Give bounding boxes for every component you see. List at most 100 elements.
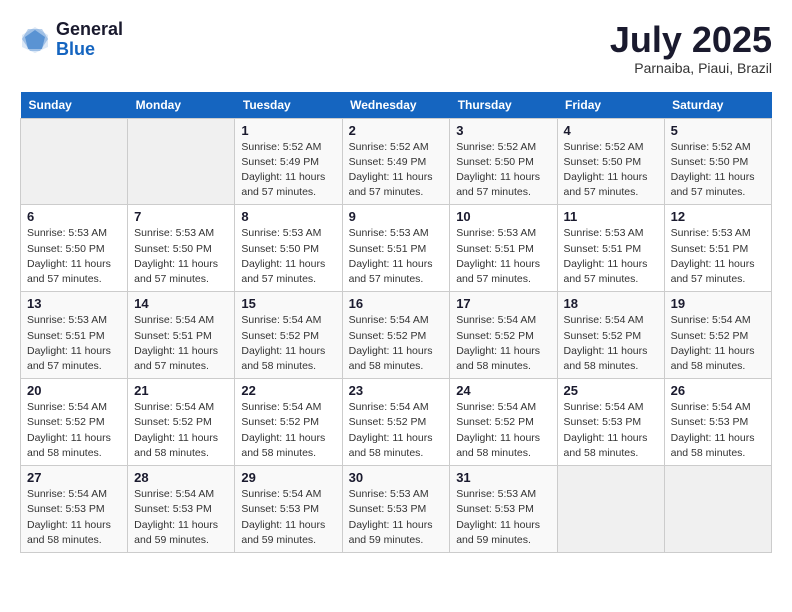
day-info: Sunrise: 5:53 AM Sunset: 5:51 PM Dayligh… — [349, 226, 444, 287]
day-info: Sunrise: 5:53 AM Sunset: 5:51 PM Dayligh… — [671, 226, 765, 287]
day-info: Sunrise: 5:54 AM Sunset: 5:53 PM Dayligh… — [27, 487, 121, 548]
day-info: Sunrise: 5:53 AM Sunset: 5:51 PM Dayligh… — [27, 313, 121, 374]
calendar-cell: 9 Sunrise: 5:53 AM Sunset: 5:51 PM Daylig… — [342, 205, 450, 292]
calendar-cell: 27 Sunrise: 5:54 AM Sunset: 5:53 PM Dayli… — [21, 466, 128, 553]
week-row-5: 27 Sunrise: 5:54 AM Sunset: 5:53 PM Dayli… — [21, 466, 772, 553]
day-number: 2 — [349, 123, 444, 138]
day-number: 24 — [456, 383, 550, 398]
week-row-3: 13Sunrise: 5:53 AM Sunset: 5:51 PM Dayli… — [21, 292, 772, 379]
calendar-cell: 4Sunrise: 5:52 AM Sunset: 5:50 PM Daylig… — [557, 118, 664, 205]
day-info: Sunrise: 5:52 AM Sunset: 5:50 PM Dayligh… — [564, 140, 658, 201]
day-info: Sunrise: 5:54 AM Sunset: 5:52 PM Dayligh… — [241, 400, 335, 461]
logo-blue-text: Blue — [56, 40, 123, 60]
calendar-cell: 26 Sunrise: 5:54 AM Sunset: 5:53 PM Dayli… — [664, 379, 771, 466]
day-number: 14 — [134, 296, 228, 311]
header-tuesday: Tuesday — [235, 92, 342, 119]
calendar-cell: 22 Sunrise: 5:54 AM Sunset: 5:52 PM Dayli… — [235, 379, 342, 466]
day-info: Sunrise: 5:54 AM Sunset: 5:53 PM Dayligh… — [134, 487, 228, 548]
day-number: 26 — [671, 383, 765, 398]
day-info: Sunrise: 5:52 AM Sunset: 5:49 PM Dayligh… — [349, 140, 444, 201]
day-number: 22 — [241, 383, 335, 398]
day-number: 21 — [134, 383, 228, 398]
header-monday: Monday — [128, 92, 235, 119]
day-number: 10 — [456, 209, 550, 224]
header-sunday: Sunday — [21, 92, 128, 119]
day-info: Sunrise: 5:53 AM Sunset: 5:50 PM Dayligh… — [134, 226, 228, 287]
calendar-cell — [128, 118, 235, 205]
day-info: Sunrise: 5:54 AM Sunset: 5:52 PM Dayligh… — [134, 400, 228, 461]
calendar-cell: 24 Sunrise: 5:54 AM Sunset: 5:52 PM Dayli… — [450, 379, 557, 466]
day-number: 28 — [134, 470, 228, 485]
header-thursday: Thursday — [450, 92, 557, 119]
day-number: 27 — [27, 470, 121, 485]
calendar-cell: 19Sunrise: 5:54 AM Sunset: 5:52 PM Dayli… — [664, 292, 771, 379]
calendar-cell: 6 Sunrise: 5:53 AM Sunset: 5:50 PM Daylig… — [21, 205, 128, 292]
day-info: Sunrise: 5:54 AM Sunset: 5:52 PM Dayligh… — [349, 400, 444, 461]
day-info: Sunrise: 5:54 AM Sunset: 5:52 PM Dayligh… — [564, 313, 658, 374]
day-info: Sunrise: 5:53 AM Sunset: 5:53 PM Dayligh… — [456, 487, 550, 548]
day-number: 8 — [241, 209, 335, 224]
week-row-4: 20 Sunrise: 5:54 AM Sunset: 5:52 PM Dayli… — [21, 379, 772, 466]
month-title: July 2025 — [610, 20, 772, 60]
calendar-cell — [664, 466, 771, 553]
calendar-cell: 1 Sunrise: 5:52 AM Sunset: 5:49 PM Daylig… — [235, 118, 342, 205]
day-info: Sunrise: 5:54 AM Sunset: 5:53 PM Dayligh… — [564, 400, 658, 461]
title-block: July 2025 Parnaiba, Piaui, Brazil — [610, 20, 772, 76]
day-info: Sunrise: 5:54 AM Sunset: 5:52 PM Dayligh… — [456, 400, 550, 461]
day-number: 6 — [27, 209, 121, 224]
day-number: 5 — [671, 123, 765, 138]
calendar-cell: 29 Sunrise: 5:54 AM Sunset: 5:53 PM Dayli… — [235, 466, 342, 553]
day-info: Sunrise: 5:52 AM Sunset: 5:50 PM Dayligh… — [456, 140, 550, 201]
calendar-cell: 7 Sunrise: 5:53 AM Sunset: 5:50 PM Daylig… — [128, 205, 235, 292]
calendar-cell: 31 Sunrise: 5:53 AM Sunset: 5:53 PM Dayli… — [450, 466, 557, 553]
day-info: Sunrise: 5:54 AM Sunset: 5:53 PM Dayligh… — [671, 400, 765, 461]
calendar-cell: 12Sunrise: 5:53 AM Sunset: 5:51 PM Dayli… — [664, 205, 771, 292]
calendar-table: SundayMondayTuesdayWednesdayThursdayFrid… — [20, 92, 772, 553]
day-number: 7 — [134, 209, 228, 224]
calendar-cell: 2 Sunrise: 5:52 AM Sunset: 5:49 PM Daylig… — [342, 118, 450, 205]
header-wednesday: Wednesday — [342, 92, 450, 119]
day-number: 29 — [241, 470, 335, 485]
day-info: Sunrise: 5:53 AM Sunset: 5:50 PM Dayligh… — [27, 226, 121, 287]
day-number: 15 — [241, 296, 335, 311]
calendar-cell: 15Sunrise: 5:54 AM Sunset: 5:52 PM Dayli… — [235, 292, 342, 379]
calendar-cell: 13Sunrise: 5:53 AM Sunset: 5:51 PM Dayli… — [21, 292, 128, 379]
calendar-cell: 28 Sunrise: 5:54 AM Sunset: 5:53 PM Dayli… — [128, 466, 235, 553]
day-number: 25 — [564, 383, 658, 398]
page-header: General Blue July 2025 Parnaiba, Piaui, … — [20, 20, 772, 76]
day-info: Sunrise: 5:52 AM Sunset: 5:49 PM Dayligh… — [241, 140, 335, 201]
day-number: 9 — [349, 209, 444, 224]
logo-text: General Blue — [56, 20, 123, 60]
day-number: 1 — [241, 123, 335, 138]
day-info: Sunrise: 5:53 AM Sunset: 5:53 PM Dayligh… — [349, 487, 444, 548]
calendar-cell: 14 Sunrise: 5:54 AM Sunset: 5:51 PM Dayli… — [128, 292, 235, 379]
day-info: Sunrise: 5:54 AM Sunset: 5:52 PM Dayligh… — [671, 313, 765, 374]
day-info: Sunrise: 5:54 AM Sunset: 5:53 PM Dayligh… — [241, 487, 335, 548]
calendar-cell: 16 Sunrise: 5:54 AM Sunset: 5:52 PM Dayli… — [342, 292, 450, 379]
day-info: Sunrise: 5:54 AM Sunset: 5:52 PM Dayligh… — [349, 313, 444, 374]
day-info: Sunrise: 5:54 AM Sunset: 5:52 PM Dayligh… — [27, 400, 121, 461]
logo-general-text: General — [56, 20, 123, 40]
week-row-2: 6 Sunrise: 5:53 AM Sunset: 5:50 PM Daylig… — [21, 205, 772, 292]
calendar-cell: 10Sunrise: 5:53 AM Sunset: 5:51 PM Dayli… — [450, 205, 557, 292]
logo-icon — [20, 25, 50, 55]
day-number: 11 — [564, 209, 658, 224]
day-number: 23 — [349, 383, 444, 398]
day-number: 20 — [27, 383, 121, 398]
day-number: 16 — [349, 296, 444, 311]
calendar-cell: 25 Sunrise: 5:54 AM Sunset: 5:53 PM Dayli… — [557, 379, 664, 466]
day-info: Sunrise: 5:54 AM Sunset: 5:51 PM Dayligh… — [134, 313, 228, 374]
calendar-cell: 20 Sunrise: 5:54 AM Sunset: 5:52 PM Dayli… — [21, 379, 128, 466]
calendar-header-row: SundayMondayTuesdayWednesdayThursdayFrid… — [21, 92, 772, 119]
logo: General Blue — [20, 20, 123, 60]
header-friday: Friday — [557, 92, 664, 119]
day-info: Sunrise: 5:52 AM Sunset: 5:50 PM Dayligh… — [671, 140, 765, 201]
week-row-1: 1 Sunrise: 5:52 AM Sunset: 5:49 PM Daylig… — [21, 118, 772, 205]
calendar-cell: 11Sunrise: 5:53 AM Sunset: 5:51 PM Dayli… — [557, 205, 664, 292]
day-info: Sunrise: 5:54 AM Sunset: 5:52 PM Dayligh… — [456, 313, 550, 374]
day-number: 30 — [349, 470, 444, 485]
day-number: 3 — [456, 123, 550, 138]
calendar-cell — [21, 118, 128, 205]
day-number: 31 — [456, 470, 550, 485]
day-number: 18 — [564, 296, 658, 311]
